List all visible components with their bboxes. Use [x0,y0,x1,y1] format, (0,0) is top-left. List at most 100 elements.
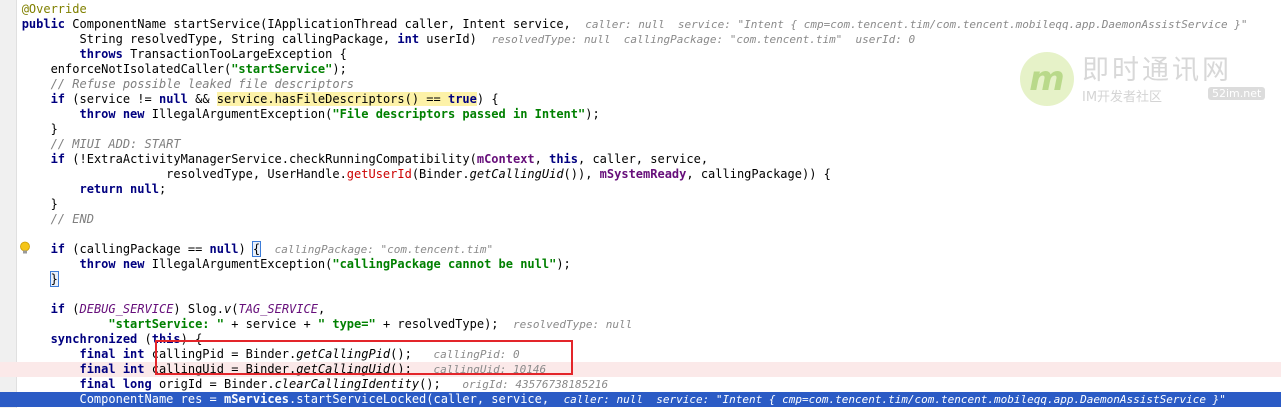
code-line[interactable]: // END [0,212,1281,227]
code-line[interactable] [0,227,1281,242]
code-token: null [158,92,196,106]
code-token: final int [79,347,152,361]
code-token: } [50,197,58,211]
debug-value-hint: resolvedType: null [512,318,633,331]
code-line[interactable]: ComponentName res = mServices.startServi… [0,392,1281,407]
code-token: if [50,242,73,256]
code-token: null [209,242,239,256]
watermark-title: 即时通讯网 [1082,55,1232,86]
code-token: origId = Binder. [158,377,275,391]
code-token: getCallingUid [469,167,564,181]
code-line[interactable]: if (DEBUG_SERVICE) Slog.v(TAG_SERVICE, [0,302,1281,317]
code-token: "startService" [231,62,333,76]
code-line[interactable]: @Override [0,2,1281,17]
debug-value-hint: caller: null service: "Intent { cmp=com.… [585,18,1248,31]
code-line[interactable]: final long origId = Binder.clearCallingI… [0,377,1281,392]
code-token: public [21,17,73,31]
code-token: service.hasFileDescriptors() == [216,92,448,106]
code-token: ); [585,107,600,121]
code-token: "callingPackage cannot be null" [332,257,557,271]
code-token: , [534,152,550,166]
code-line[interactable]: if (callingPackage == null) { callingPac… [0,241,1281,257]
watermark: m 即时通讯网 IM开发者社区 52im.net [1018,48,1268,108]
code-line[interactable] [0,287,1281,302]
code-token: // Refuse possible leaked file descripto… [50,77,355,91]
code-token: throw new [79,257,152,271]
code-token: final int [79,362,152,376]
code-token: // MIUI ADD: START [50,137,181,151]
code-token: if [50,302,73,316]
code-token: ; [158,182,167,196]
code-token: mSystemReady [599,167,687,181]
code-line[interactable]: throw new IllegalArgumentException("File… [0,107,1281,122]
watermark-subtitle: IM开发者社区 [1082,90,1163,105]
code-line[interactable]: resolvedType, UserHandle.getUserId(Binde… [0,167,1281,182]
debug-value-hint: resolvedType: null callingPackage: "com.… [491,33,916,46]
code-token: ) Slog. [173,302,224,316]
code-line[interactable]: "startService: " + service + " type=" + … [0,317,1281,332]
code-token: resolvedType, UserHandle. [166,167,347,181]
code-token: .startServiceLocked(caller, service, [289,392,564,406]
code-line[interactable]: if (!ExtraActivityManagerService.checkRu… [0,152,1281,167]
code-token: getUserId [346,167,412,181]
code-line[interactable]: public ComponentName startService(IAppli… [0,17,1281,32]
code-token: ()), [563,167,600,181]
code-token: throws [79,47,131,61]
code-token: mServices [223,392,290,406]
code-token: TAG_SERVICE [238,302,318,316]
code-token: enforceNotIsolatedCaller( [50,62,232,76]
code-token: ( [72,302,80,316]
code-token: clearCallingIdentity [274,377,420,391]
code-token: , [317,302,326,316]
code-token: "File descriptors passed in Intent" [332,107,586,121]
code-token: mContext [476,152,535,166]
code-token: ( [144,332,152,346]
code-token: TransactionTooLargeException { [130,47,347,61]
code-line[interactable]: } [0,122,1281,137]
code-token: if [50,152,73,166]
code-line[interactable]: // MIUI ADD: START [0,137,1281,152]
code-line[interactable]: throw new IllegalArgumentException("call… [0,257,1281,272]
code-line[interactable]: String resolvedType, String callingPacka… [0,32,1281,47]
debug-value-hint: callingPackage: "com.tencent.tim" [274,243,494,256]
code-token: , caller, service, [578,152,709,166]
code-token: ); [556,257,571,271]
code-token: int [397,32,427,46]
code-token: , callingPackage)) { [686,167,831,181]
code-token: this [549,152,578,166]
code-token: (); [419,377,463,391]
code-token: final long [79,377,159,391]
highlight-box [155,340,573,375]
code-line[interactable]: } [0,271,1281,287]
code-token: + service + [231,317,318,331]
code-line[interactable]: } [0,197,1281,212]
code-token: @Override [21,2,87,16]
code-token: ); [332,62,347,76]
debug-value-hint: origId: 43576738185216 [462,378,609,391]
code-token: if [50,92,73,106]
debug-value-hint: caller: null service: "Intent { cmp=com.… [563,393,1226,406]
code-token: "startService: " [108,317,232,331]
lightbulb-icon[interactable] [18,241,32,255]
code-line[interactable]: return null; [0,182,1281,197]
